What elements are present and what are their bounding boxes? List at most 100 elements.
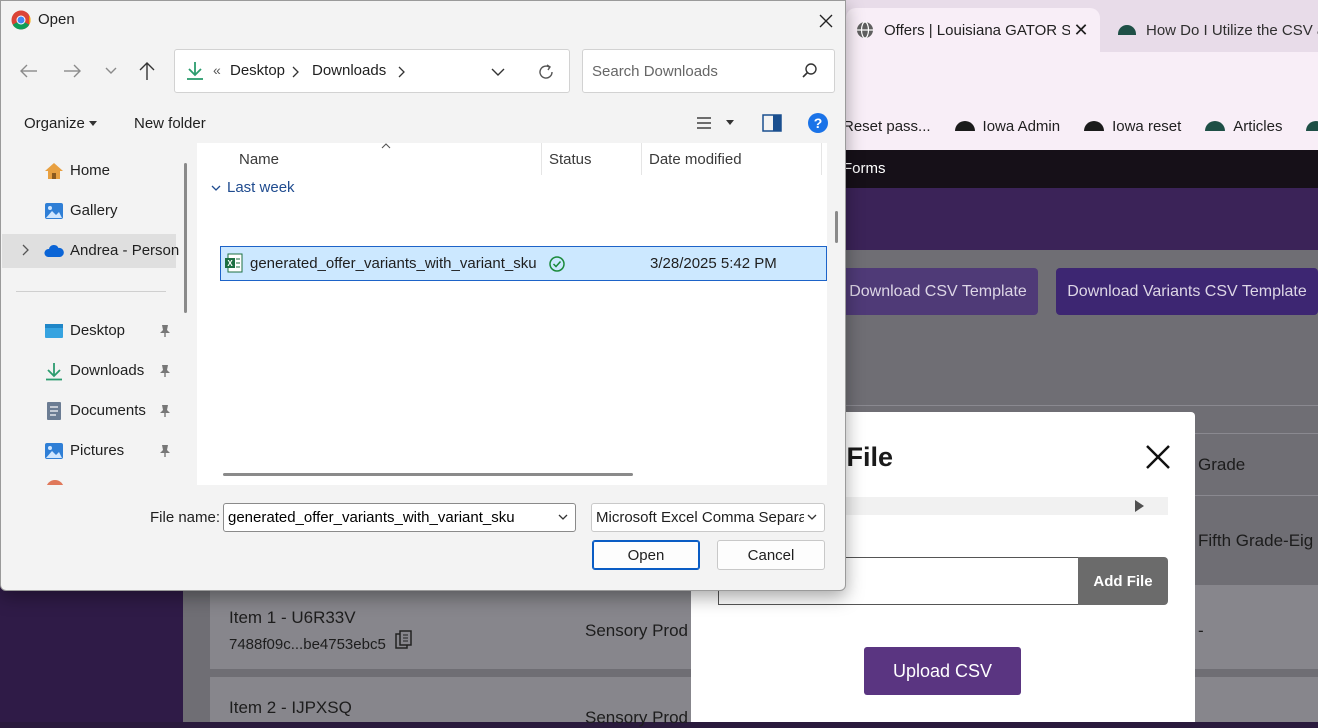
help-icon[interactable]: ? xyxy=(807,112,829,134)
recent-locations-button[interactable] xyxy=(96,57,126,85)
command-bar: Organize New folder ? xyxy=(1,105,845,141)
column-separator[interactable] xyxy=(821,143,822,175)
new-folder-button[interactable]: New folder xyxy=(134,115,206,132)
dialog-titlebar[interactable]: Open xyxy=(1,1,845,39)
refresh-icon[interactable] xyxy=(536,62,556,82)
open-file-dialog: Open « Desktop Downloads Organize New fo… xyxy=(0,0,846,591)
bookmark-item[interactable] xyxy=(1306,121,1318,131)
upload-csv-button[interactable]: Upload CSV xyxy=(864,647,1021,695)
sidebar-item-onedrive[interactable]: Andrea - Person xyxy=(2,234,179,268)
pin-icon[interactable] xyxy=(159,364,171,378)
dialog-title: Open xyxy=(38,11,75,28)
pin-icon[interactable] xyxy=(159,404,171,418)
navigation-pane: Home Gallery Andrea - Person Desktop Dow… xyxy=(2,143,179,485)
download-variants-csv-template-button[interactable]: Download Variants CSV Template xyxy=(1056,268,1318,315)
arrow-left-icon xyxy=(20,64,37,78)
breadcrumb-overflow[interactable]: « xyxy=(213,62,221,78)
sort-up-icon xyxy=(381,143,391,149)
sidebar-item-desktop[interactable]: Desktop xyxy=(2,314,176,348)
tab-title: Offers | Louisiana GATOR S xyxy=(884,21,1070,39)
nav-scrollbar[interactable] xyxy=(184,163,187,313)
arrow-up-icon xyxy=(139,62,155,80)
sidebar-item-pictures[interactable]: Pictures xyxy=(2,434,176,468)
modal-scrollbar[interactable] xyxy=(841,497,1168,515)
item-category: Sensory Prod xyxy=(585,621,688,640)
bookmark-item[interactable]: Iowa reset xyxy=(1084,118,1181,135)
download-icon xyxy=(187,62,203,80)
item-name: Item 2 - IJPXSQ xyxy=(229,698,352,717)
column-header-date[interactable]: Date modified xyxy=(649,151,742,168)
chevron-right-icon[interactable] xyxy=(20,243,30,257)
chevron-down-icon xyxy=(211,185,221,191)
up-button[interactable] xyxy=(132,57,162,85)
sidebar-item-downloads[interactable]: Downloads xyxy=(2,354,176,388)
dialog-close-button[interactable] xyxy=(809,7,843,35)
horizontal-scrollbar[interactable] xyxy=(223,473,633,476)
chevron-down-icon[interactable] xyxy=(490,67,506,77)
sidebar-item-music[interactable] xyxy=(2,474,176,485)
svg-text:X: X xyxy=(227,259,233,268)
bookmark-icon xyxy=(1306,121,1318,131)
download-csv-template-button[interactable]: Download CSV Template xyxy=(838,268,1038,315)
column-separator[interactable] xyxy=(641,143,642,175)
forward-button[interactable] xyxy=(57,57,87,85)
bookmark-item[interactable]: Iowa Admin xyxy=(954,118,1060,135)
sidebar-item-gallery[interactable]: Gallery xyxy=(2,194,176,228)
chevron-down-icon xyxy=(105,67,117,74)
bookmark-item[interactable]: Reset pass... xyxy=(843,118,931,135)
filename-field[interactable] xyxy=(223,503,576,532)
bookmark-item[interactable]: Articles xyxy=(1205,118,1282,135)
address-bar[interactable]: « Desktop Downloads xyxy=(174,49,570,93)
column-header-name[interactable]: Name xyxy=(239,151,279,168)
item-name: Item 1 - U6R33V xyxy=(229,608,356,627)
copy-icon[interactable] xyxy=(395,630,413,650)
item-id: 7488f09c...be4753ebc5 xyxy=(229,636,386,653)
filename-input[interactable] xyxy=(224,504,544,531)
search-box[interactable] xyxy=(582,49,835,93)
sidebar-item-documents[interactable]: Documents xyxy=(2,394,176,428)
close-icon[interactable] xyxy=(1143,442,1173,472)
nav-forms[interactable]: Forms xyxy=(843,160,886,177)
excel-file-icon: X xyxy=(225,253,243,273)
music-icon xyxy=(46,480,64,485)
chevron-right-icon[interactable] xyxy=(397,66,405,78)
pin-icon[interactable] xyxy=(159,324,171,338)
tab-offers[interactable]: Offers | Louisiana GATOR S ✕ xyxy=(846,8,1100,52)
bookmark-icon xyxy=(1084,121,1105,131)
view-list-icon[interactable] xyxy=(696,116,712,130)
scroll-right-icon[interactable] xyxy=(1135,500,1144,512)
chevron-down-icon[interactable] xyxy=(557,510,569,524)
search-input[interactable] xyxy=(584,51,794,91)
check-circle-icon xyxy=(549,256,565,272)
organize-menu[interactable]: Organize xyxy=(24,115,98,132)
cancel-button[interactable]: Cancel xyxy=(717,540,825,570)
search-icon[interactable] xyxy=(801,62,819,80)
pin-icon[interactable] xyxy=(159,444,171,458)
caret-down-icon[interactable] xyxy=(726,120,734,126)
tab-close-icon[interactable]: ✕ xyxy=(1070,20,1092,41)
grade-cell: Fifth Grade-Eig xyxy=(1198,531,1314,550)
chevron-down-icon xyxy=(807,514,817,520)
tab-csv-help[interactable]: How Do I Utilize the CSV a xyxy=(1108,8,1318,52)
group-header[interactable]: Last week xyxy=(211,179,295,196)
chevron-right-icon[interactable] xyxy=(291,66,299,78)
preview-pane-icon[interactable] xyxy=(762,114,782,132)
open-button[interactable]: Open xyxy=(592,540,700,570)
item-category: Sensory Prod xyxy=(585,708,688,727)
file-type-select[interactable]: Microsoft Excel Comma Separa xyxy=(591,503,825,532)
sidebar-item-label: Andrea - Person xyxy=(70,242,179,259)
file-name: generated_offer_variants_with_variant_sk… xyxy=(250,255,537,272)
vertical-scrollbar[interactable] xyxy=(835,211,838,243)
bookmark-label: Iowa reset xyxy=(1112,117,1182,135)
column-header-status[interactable]: Status xyxy=(549,151,592,168)
sidebar-item-home[interactable]: Home xyxy=(2,154,176,188)
caret-down-icon xyxy=(89,121,98,127)
column-separator[interactable] xyxy=(541,143,542,175)
breadcrumb-desktop[interactable]: Desktop xyxy=(230,62,285,79)
back-button[interactable] xyxy=(14,57,44,85)
sidebar-item-label: Gallery xyxy=(70,202,118,219)
arrow-right-icon xyxy=(64,64,81,78)
file-row[interactable]: X generated_offer_variants_with_variant_… xyxy=(220,246,827,281)
add-file-button[interactable]: Add File xyxy=(1078,557,1168,605)
breadcrumb-downloads[interactable]: Downloads xyxy=(312,62,386,79)
